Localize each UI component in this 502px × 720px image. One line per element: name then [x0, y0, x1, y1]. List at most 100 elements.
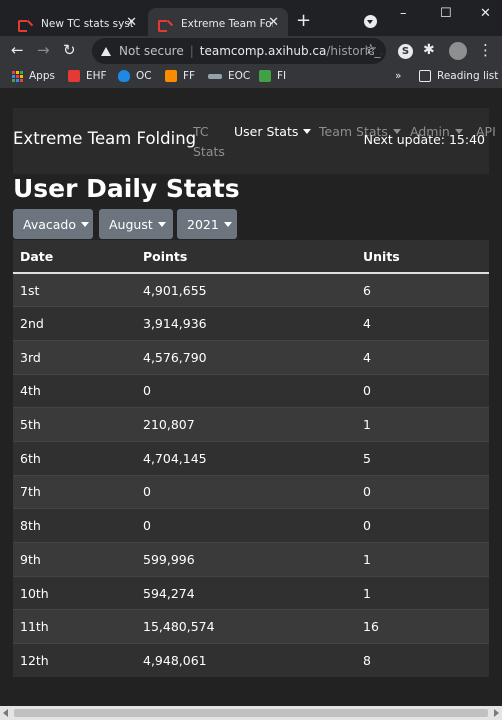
nav-tc-stats-line2: Stats — [193, 144, 225, 159]
units-cell: 4 — [356, 306, 489, 341]
bookmark-label: EOC — [228, 70, 251, 82]
table-row: 7th 0 0 — [13, 474, 489, 509]
table-row: 12th 4,948,061 8 — [13, 643, 489, 678]
reading-list-button[interactable]: Reading list — [419, 70, 498, 82]
table-row: 4th 0 0 — [13, 373, 489, 408]
date-cell: 6th — [13, 440, 136, 476]
caret-down-icon — [303, 129, 312, 134]
month-select-value: August — [109, 216, 153, 232]
points-cell: 15,480,574 — [136, 609, 356, 644]
reading-list-label: Reading list — [437, 70, 499, 82]
user-select-value: Avacado — [23, 216, 76, 232]
address-bar[interactable]: Not secure | teamcomp.axihub.ca /histori… — [92, 38, 386, 64]
caret-down-icon — [223, 221, 232, 227]
url-host: teamcomp.axihub.ca — [199, 44, 327, 58]
bookmarks-bar: Apps EHF OC FF EOC FI » Reading list — [0, 66, 502, 88]
apps-grid-icon — [12, 70, 23, 82]
maximize-icon[interactable]: ☐ — [440, 6, 452, 21]
table-row: 10th 594,274 1 — [13, 575, 489, 610]
menu-kebab-icon[interactable]: ⋮ — [478, 41, 493, 59]
reading-list-icon — [419, 70, 431, 82]
points-cell: 210,807 — [136, 407, 356, 442]
column-header-date: Date — [13, 240, 136, 274]
units-cell: 0 — [356, 474, 489, 509]
points-cell: 4,948,061 — [136, 643, 356, 678]
points-cell: 599,996 — [136, 542, 356, 577]
units-cell: 16 — [356, 609, 489, 644]
ff-logo-icon — [165, 70, 177, 82]
site-brand[interactable]: Extreme Team Folding — [13, 129, 196, 148]
year-select-dropdown[interactable]: 2021 — [177, 209, 237, 239]
bookmarks-overflow-chevron[interactable]: » — [395, 70, 401, 82]
nav-tc-stats-line1: TC — [193, 124, 209, 139]
daily-stats-table: Date Points Units 1st 4,901,655 6 2nd 3,914… — [13, 240, 489, 678]
points-cell: 3,914,936 — [136, 306, 356, 341]
date-cell: 12th — [13, 643, 136, 678]
scroll-right-arrow-icon[interactable] — [494, 709, 499, 717]
units-cell: 1 — [356, 542, 489, 577]
units-cell: 1 — [356, 407, 489, 442]
horizontal-scrollbar[interactable] — [0, 706, 502, 720]
close-tab-icon[interactable]: ✕ — [126, 16, 137, 30]
bookmark-star-icon[interactable]: ☆ — [364, 42, 377, 58]
table-row: 5th 210,807 1 — [13, 407, 489, 442]
warning-icon[interactable] — [101, 46, 111, 56]
bookmark-apps[interactable]: Apps — [12, 70, 55, 82]
bookmark-label: EHF — [86, 70, 107, 82]
new-tab-button[interactable]: + — [296, 11, 311, 31]
date-cell: 9th — [13, 542, 136, 577]
reload-icon[interactable]: ↻ — [63, 41, 76, 59]
bookmark-ff[interactable]: FF — [165, 70, 195, 82]
units-cell: 1 — [356, 575, 489, 610]
points-cell: 4,901,655 — [136, 272, 356, 307]
bookmark-label: FI — [277, 70, 287, 82]
tab-strip: New TC stats system ✕ Extreme Team Foldi… — [0, 0, 502, 40]
close-tab-icon[interactable]: ✕ — [268, 16, 279, 30]
bookmark-fi[interactable]: FI — [259, 70, 286, 82]
points-cell: 0 — [136, 474, 356, 509]
nav-user-stats[interactable]: User Stats — [234, 122, 312, 142]
bookmark-label: OC — [136, 70, 152, 82]
year-select-value: 2021 — [187, 216, 219, 232]
profile-avatar[interactable] — [449, 42, 467, 60]
user-select-dropdown[interactable]: Avacado — [13, 209, 93, 239]
bookmark-ehf[interactable]: EHF — [68, 70, 107, 82]
date-cell: 10th — [13, 575, 136, 610]
table-row: 9th 599,996 1 — [13, 542, 489, 577]
date-cell: 1st — [13, 272, 136, 307]
date-cell: 4th — [13, 373, 136, 408]
security-label[interactable]: Not secure — [119, 44, 184, 58]
points-cell: 0 — [136, 373, 356, 408]
table-row: 6th 4,704,145 5 — [13, 440, 489, 476]
minimize-icon[interactable]: – — [400, 6, 407, 21]
fi-logo-icon — [259, 70, 271, 82]
points-cell: 594,274 — [136, 575, 356, 610]
oc-logo-icon — [118, 70, 130, 82]
tab-search-icon[interactable] — [364, 15, 377, 28]
address-separator: | — [189, 44, 194, 58]
date-cell: 3rd — [13, 339, 136, 375]
extensions-puzzle-icon[interactable]: ✱ — [423, 41, 435, 59]
nav-tc-stats[interactable]: TC Stats — [193, 122, 225, 162]
units-cell: 5 — [356, 440, 489, 476]
forward-arrow-icon[interactable]: → — [37, 41, 50, 59]
close-window-icon[interactable]: ✕ — [480, 6, 491, 21]
table-row: 3rd 4,576,790 4 — [13, 339, 489, 375]
next-update-text: Next update: 15:40 — [363, 132, 485, 147]
caret-down-icon — [157, 221, 166, 227]
month-select-dropdown[interactable]: August — [99, 209, 173, 239]
bookmark-label: Apps — [29, 70, 55, 82]
units-cell: 8 — [356, 643, 489, 678]
scrollbar-thumb[interactable] — [14, 709, 488, 717]
table-header-row: Date Points Units — [13, 240, 489, 274]
units-cell: 4 — [356, 339, 489, 375]
bookmark-eoc[interactable]: EOC — [208, 70, 250, 82]
bookmark-label: FF — [183, 70, 196, 82]
extension-s-icon[interactable]: S — [398, 44, 413, 59]
units-cell: 0 — [356, 373, 489, 408]
date-cell: 5th — [13, 407, 136, 442]
bookmark-oc[interactable]: OC — [118, 70, 152, 82]
column-header-units: Units — [356, 240, 489, 274]
back-arrow-icon[interactable]: ← — [11, 41, 24, 59]
scroll-left-arrow-icon[interactable] — [3, 709, 8, 717]
